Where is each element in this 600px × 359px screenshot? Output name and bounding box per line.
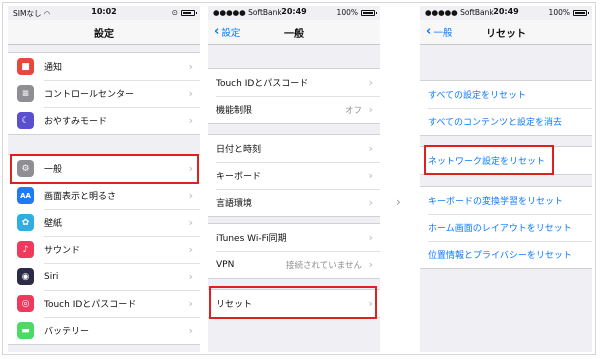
settings-item-control-center[interactable]: ≡ コントロールセンター › xyxy=(8,80,200,107)
chevron-right-icon: › xyxy=(368,231,373,244)
restrictions-value: オフ xyxy=(344,105,362,116)
chevron-right-icon: › xyxy=(188,243,193,256)
display-icon: AA xyxy=(17,187,34,204)
orientation-lock-icon: ⊙ xyxy=(171,8,178,17)
status-bar: ●●●●● SoftBank 20:49 100% xyxy=(420,6,592,20)
page-title: 一般 xyxy=(284,29,304,40)
general-group-2: 日付と時刻 › キーボード › 言語環境 › xyxy=(208,134,380,217)
navigation-bar: ‹ 一般 リセット xyxy=(420,20,592,45)
vpn-status-value: 接続されていません xyxy=(286,260,362,271)
settings-group-1: ■ 通知 › ≡ コントロールセンター › ☾ おやすみモード › xyxy=(8,52,200,135)
settings-item-wallpaper[interactable]: ✿ 壁紙 › xyxy=(8,209,200,236)
navigation-bar: 設定 xyxy=(8,20,200,45)
battery-status-icon xyxy=(181,9,197,16)
battery-status-icon xyxy=(573,9,589,16)
sound-icon: ♪ xyxy=(17,241,34,258)
battery-icon: ▬ xyxy=(17,322,34,339)
fingerprint-icon: ◎ xyxy=(17,295,34,312)
chevron-right-icon: › xyxy=(188,87,193,100)
reset-location-privacy-button[interactable]: 位置情報とプライバシーをリセット xyxy=(420,241,592,268)
erase-all-content-button[interactable]: すべてのコンテンツと設定を消去 xyxy=(420,108,592,135)
settings-item-display[interactable]: AA 画面表示と明るさ › xyxy=(8,182,200,209)
chevron-right-icon: › xyxy=(396,195,401,209)
notifications-icon: ■ xyxy=(17,58,34,75)
wallpaper-icon: ✿ xyxy=(17,214,34,231)
settings-item-general[interactable]: ⚙ 一般 › xyxy=(8,155,200,182)
settings-item-siri[interactable]: ◉ Siri › xyxy=(8,263,200,290)
chevron-right-icon: › xyxy=(188,216,193,229)
status-bar: ●●●●● SoftBank 20:49 100% xyxy=(208,6,380,20)
settings-item-battery[interactable]: ▬ バッテリー › xyxy=(8,317,200,344)
general-item-reset[interactable]: リセット › xyxy=(208,290,380,317)
battery-percent: 100% xyxy=(548,8,570,17)
general-group-1: Touch IDとパスコード › 機能制限 オフ › xyxy=(208,68,380,124)
chevron-right-icon: › xyxy=(368,142,373,155)
general-group-4: リセット › xyxy=(208,289,380,318)
page-title: 設定 xyxy=(94,29,114,40)
chevron-right-icon: › xyxy=(188,60,193,73)
chevron-right-icon: › xyxy=(368,297,373,310)
reset-group-3: キーボードの変換学習をリセット ホーム画面のレイアウトをリセット 位置情報とプラ… xyxy=(420,186,592,269)
general-item-touch-id[interactable]: Touch IDとパスコード › xyxy=(208,69,380,96)
settings-item-do-not-disturb[interactable]: ☾ おやすみモード › xyxy=(8,107,200,134)
chevron-right-icon: › xyxy=(188,114,193,127)
page-title: リセット xyxy=(486,29,526,40)
general-item-restrictions[interactable]: 機能制限 オフ › xyxy=(208,96,380,123)
reset-home-layout-button[interactable]: ホーム画面のレイアウトをリセット xyxy=(420,214,592,241)
reset-screen: ●●●●● SoftBank 20:49 100% ‹ 一般 リセット すべての設… xyxy=(420,6,592,352)
siri-icon: ◉ xyxy=(17,268,34,285)
chevron-right-icon: › xyxy=(188,324,193,337)
settings-screen: SIMなし ◠ 10:02 ⊙ 設定 ■ 通知 › ≡ コントロールセンター ›… xyxy=(8,6,200,352)
general-item-vpn[interactable]: VPN 接続されていません › xyxy=(208,251,380,278)
battery-status-icon xyxy=(361,9,377,16)
general-item-date-time[interactable]: 日付と時刻 › xyxy=(208,135,380,162)
status-bar: SIMなし ◠ 10:02 ⊙ xyxy=(8,6,200,20)
settings-item-notifications[interactable]: ■ 通知 › xyxy=(8,53,200,80)
chevron-right-icon: › xyxy=(368,258,373,271)
settings-item-touch-id[interactable]: ◎ Touch IDとパスコード › xyxy=(8,290,200,317)
reset-group-2: ネットワーク設定をリセット xyxy=(420,146,592,175)
reset-all-settings-button[interactable]: すべての設定をリセット xyxy=(420,81,592,108)
navigation-bar: ‹ 設定 一般 xyxy=(208,20,380,45)
general-group-3: iTunes Wi-Fi同期 › VPN 接続されていません › xyxy=(208,223,380,279)
reset-keyboard-dictionary-button[interactable]: キーボードの変換学習をリセット xyxy=(420,187,592,214)
chevron-right-icon: › xyxy=(188,189,193,202)
settings-group-2: ⚙ 一般 › AA 画面表示と明るさ › ✿ 壁紙 › ♪ サウンド › ◉ S… xyxy=(8,154,200,345)
battery-percent: 100% xyxy=(336,8,358,17)
general-item-language[interactable]: 言語環境 › xyxy=(208,189,380,216)
general-screen: ●●●●● SoftBank 20:49 100% ‹ 設定 一般 Touch I… xyxy=(208,6,380,352)
chevron-right-icon: › xyxy=(368,169,373,182)
general-item-keyboard[interactable]: キーボード › xyxy=(208,162,380,189)
reset-network-settings-button[interactable]: ネットワーク設定をリセット xyxy=(420,147,592,174)
reset-group-1: すべての設定をリセット すべてのコンテンツと設定を消去 xyxy=(420,80,592,136)
control-center-icon: ≡ xyxy=(17,85,34,102)
settings-item-sound[interactable]: ♪ サウンド › xyxy=(8,236,200,263)
chevron-right-icon: › xyxy=(188,162,193,175)
chevron-right-icon: › xyxy=(188,297,193,310)
general-item-itunes-wifi-sync[interactable]: iTunes Wi-Fi同期 › xyxy=(208,224,380,251)
chevron-right-icon: › xyxy=(368,76,373,89)
gear-icon: ⚙ xyxy=(17,160,34,177)
moon-icon: ☾ xyxy=(17,112,34,129)
chevron-right-icon: › xyxy=(368,196,373,209)
chevron-right-icon: › xyxy=(188,270,193,283)
chevron-right-icon: › xyxy=(368,103,373,116)
